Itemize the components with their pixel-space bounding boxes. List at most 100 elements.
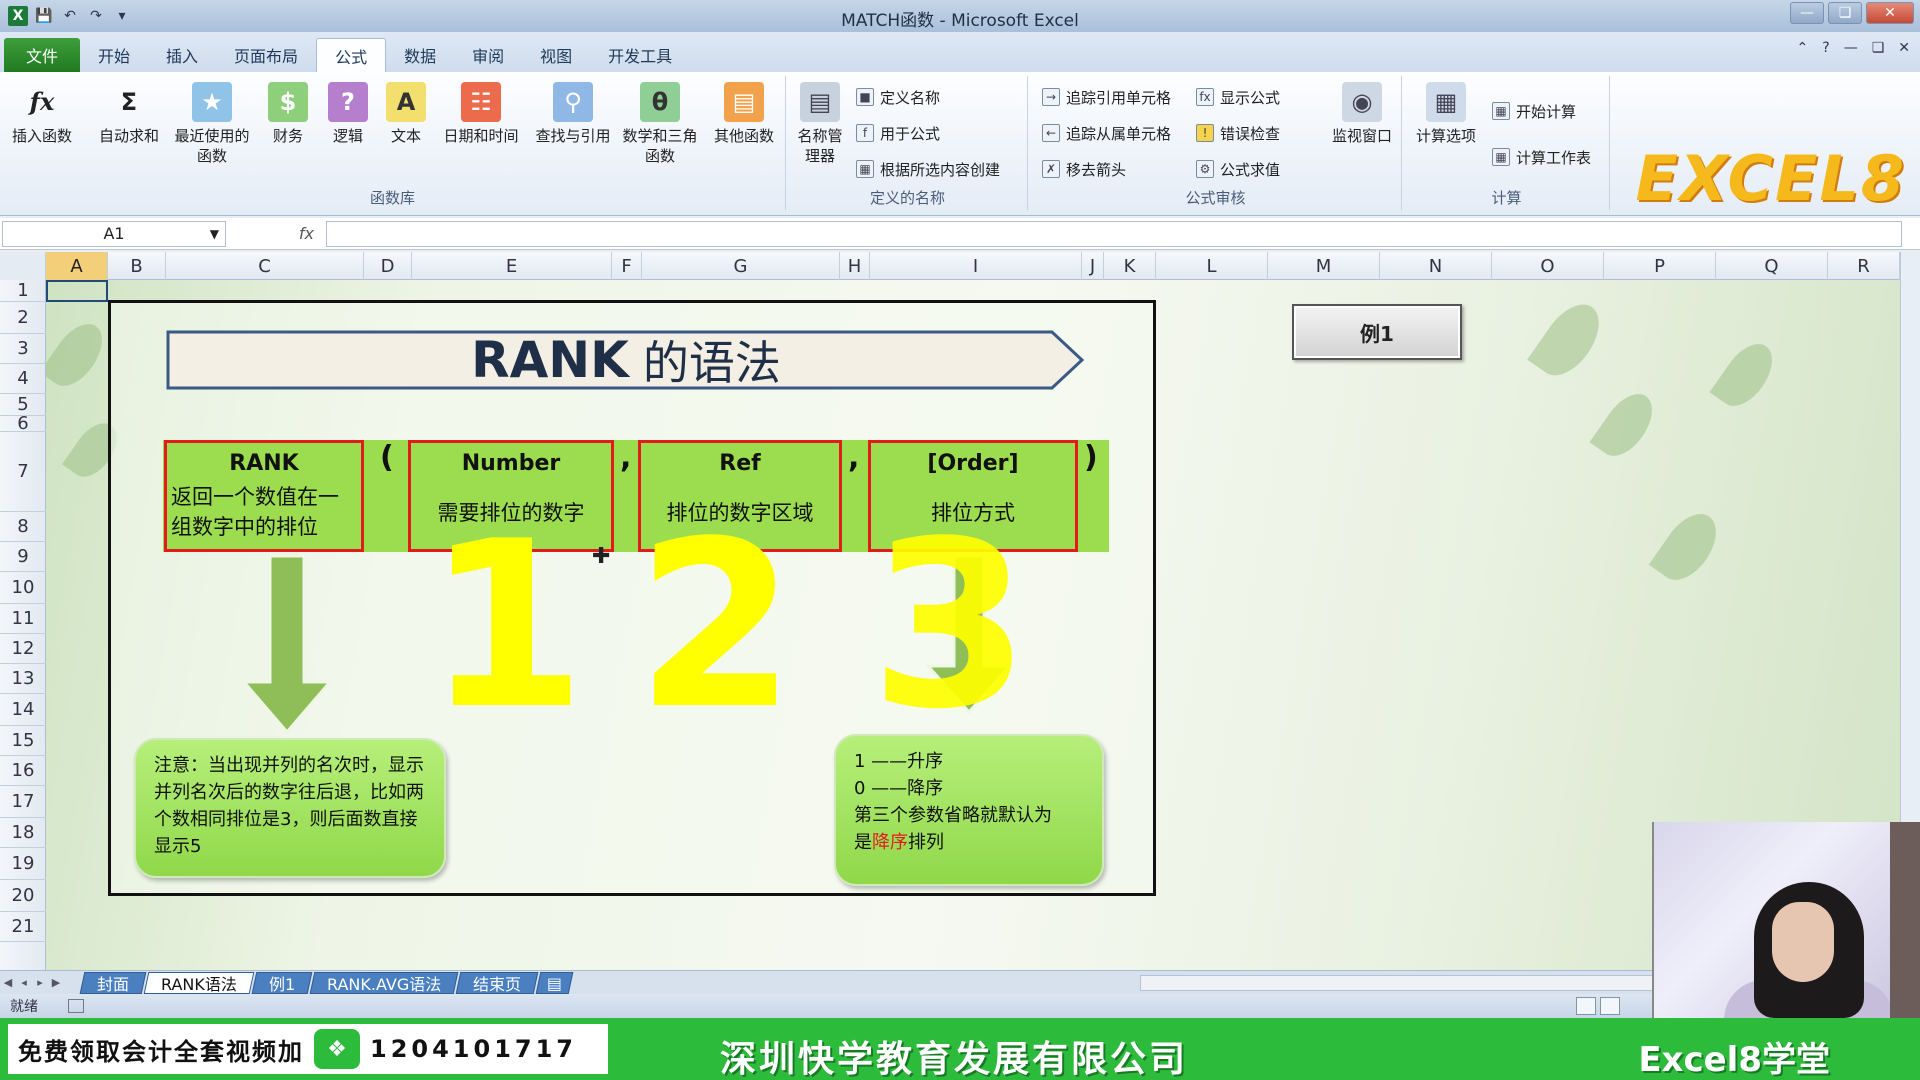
column-header[interactable]: N <box>1380 252 1492 280</box>
row-header[interactable]: 17 <box>0 786 46 818</box>
new-sheet-icon[interactable]: ▤ <box>536 971 574 994</box>
use-in-formula-button[interactable]: f 用于公式 <box>856 120 940 146</box>
lookup-reference-button[interactable]: ⚲ 查找与引用 <box>528 78 618 146</box>
row-header[interactable]: 10 <box>0 572 46 604</box>
row-header[interactable]: 4 <box>0 364 46 394</box>
insert-function-button[interactable]: fx 插入函数 <box>4 78 80 146</box>
column-header[interactable]: C <box>166 252 364 280</box>
math-trig-button[interactable]: θ 数学和三角函数 <box>622 78 698 166</box>
tab-page-layout[interactable]: 页面布局 <box>216 38 316 72</box>
select-all-corner[interactable] <box>0 252 46 280</box>
tab-home[interactable]: 开始 <box>80 38 148 72</box>
row-header[interactable]: 19 <box>0 848 46 880</box>
text-button[interactable]: A 文本 <box>376 78 436 146</box>
collapse-ribbon-icon[interactable]: ⌃ <box>1797 40 1809 56</box>
column-header[interactable]: O <box>1492 252 1604 280</box>
evaluate-formula-button[interactable]: ⚙ 公式求值 <box>1196 156 1280 182</box>
column-header[interactable]: Q <box>1716 252 1828 280</box>
name-box[interactable]: A1 ▼ <box>2 220 226 247</box>
example-1-button[interactable]: 例1 <box>1292 304 1462 360</box>
customize-icon[interactable]: ▾ <box>112 6 132 26</box>
column-header[interactable]: R <box>1828 252 1900 280</box>
sheet-tab-end[interactable]: 结束页 <box>455 971 539 994</box>
column-header[interactable]: E <box>412 252 612 280</box>
more-functions-button[interactable]: ▤ 其他函数 <box>704 78 784 146</box>
calculate-sheet-button[interactable]: ▦ 计算工作表 <box>1492 144 1591 170</box>
page-layout-view-icon[interactable] <box>1600 997 1620 1015</box>
logical-button[interactable]: ? 逻辑 <box>318 78 378 146</box>
column-header[interactable]: D <box>364 252 412 280</box>
prev-sheet-icon[interactable]: ◂ <box>16 976 32 989</box>
workbook-close-icon[interactable]: ✕ <box>1898 40 1910 56</box>
column-header[interactable]: L <box>1156 252 1268 280</box>
tab-review[interactable]: 审阅 <box>454 38 522 72</box>
macro-record-icon[interactable] <box>68 999 84 1013</box>
normal-view-icon[interactable] <box>1576 997 1596 1015</box>
first-sheet-icon[interactable]: ◀ <box>0 976 16 989</box>
column-header[interactable]: A <box>46 252 108 280</box>
row-header[interactable]: 16 <box>0 756 46 786</box>
column-header[interactable]: B <box>108 252 166 280</box>
tab-data[interactable]: 数据 <box>386 38 454 72</box>
row-header[interactable]: 1 <box>0 280 46 302</box>
row-header[interactable]: 9 <box>0 542 46 572</box>
redo-icon[interactable]: ↷ <box>86 6 106 26</box>
save-icon[interactable]: 💾 <box>34 6 54 26</box>
column-header[interactable]: J <box>1082 252 1104 280</box>
row-header[interactable]: 15 <box>0 726 46 756</box>
column-header[interactable]: G <box>642 252 840 280</box>
close-icon[interactable]: ✕ <box>1866 2 1914 24</box>
tab-insert[interactable]: 插入 <box>148 38 216 72</box>
minimize-icon[interactable]: — <box>1790 2 1824 24</box>
active-cell-a1[interactable] <box>46 280 108 302</box>
help-icon[interactable]: ? <box>1822 40 1829 56</box>
define-name-button[interactable]: ■ 定义名称 <box>856 84 940 110</box>
remove-arrows-button[interactable]: ✗ 移去箭头 <box>1042 156 1126 182</box>
tab-formulas[interactable]: 公式 <box>316 38 387 72</box>
row-header[interactable]: 8 <box>0 512 46 542</box>
sheet-tab-cover[interactable]: 封面 <box>79 971 147 994</box>
row-header[interactable]: 20 <box>0 880 46 912</box>
chevron-down-icon[interactable]: ▼ <box>210 227 219 241</box>
row-header[interactable]: 12 <box>0 634 46 664</box>
undo-icon[interactable]: ↶ <box>60 6 80 26</box>
show-formulas-button[interactable]: fx 显示公式 <box>1196 84 1280 110</box>
restore-icon[interactable]: ❏ <box>1828 2 1862 24</box>
calculate-now-button[interactable]: ▦ 开始计算 <box>1492 98 1576 124</box>
row-header[interactable]: 18 <box>0 818 46 848</box>
workbook-minimize-icon[interactable]: — <box>1844 40 1858 56</box>
tab-view[interactable]: 视图 <box>522 38 590 72</box>
row-header[interactable]: 3 <box>0 334 46 364</box>
column-header[interactable]: K <box>1104 252 1156 280</box>
sheet-tab-rank-avg[interactable]: RANK.AVG语法 <box>309 971 459 994</box>
create-from-selection-button[interactable]: ▦ 根据所选内容创建 <box>856 156 1000 182</box>
error-checking-button[interactable]: ! 错误检查 <box>1196 120 1280 146</box>
column-header[interactable]: M <box>1268 252 1380 280</box>
column-header[interactable]: P <box>1604 252 1716 280</box>
next-sheet-icon[interactable]: ▸ <box>32 976 48 989</box>
autosum-button[interactable]: Σ 自动求和 <box>90 78 168 146</box>
financial-button[interactable]: $ 财务 <box>258 78 318 146</box>
row-header[interactable]: 2 <box>0 302 46 334</box>
calculation-options-button[interactable]: ▦ 计算选项 <box>1408 78 1484 146</box>
watch-window-button[interactable]: ◉ 监视窗口 <box>1324 78 1400 146</box>
trace-precedents-button[interactable]: → 追踪引用单元格 <box>1042 84 1171 110</box>
row-header[interactable]: 7 <box>0 432 46 512</box>
last-sheet-icon[interactable]: ▶ <box>48 976 64 989</box>
date-time-button[interactable]: ☷ 日期和时间 <box>436 78 526 146</box>
sheet-tab-example-1[interactable]: 例1 <box>251 971 313 994</box>
row-header[interactable]: 11 <box>0 604 46 634</box>
tab-developer[interactable]: 开发工具 <box>590 38 690 72</box>
name-manager-button[interactable]: ▤ 名称管理器 <box>792 78 848 166</box>
insert-function-fx-button[interactable]: fx <box>226 221 326 247</box>
row-header[interactable]: 13 <box>0 664 46 694</box>
excel-app-icon[interactable]: X <box>8 6 28 26</box>
column-header[interactable]: F <box>612 252 642 280</box>
workbook-restore-icon[interactable]: ❏ <box>1872 40 1885 56</box>
worksheet-grid[interactable]: RANK 的语法 RANK 返回一个数值在一组数字中的排位 ( Number 需… <box>46 280 1900 970</box>
formula-input[interactable] <box>326 220 1902 247</box>
sheet-tab-rank-syntax[interactable]: RANK语法 <box>143 971 255 994</box>
row-header[interactable]: 14 <box>0 694 46 726</box>
column-header[interactable]: H <box>840 252 870 280</box>
tab-file[interactable]: 文件 <box>4 38 81 72</box>
